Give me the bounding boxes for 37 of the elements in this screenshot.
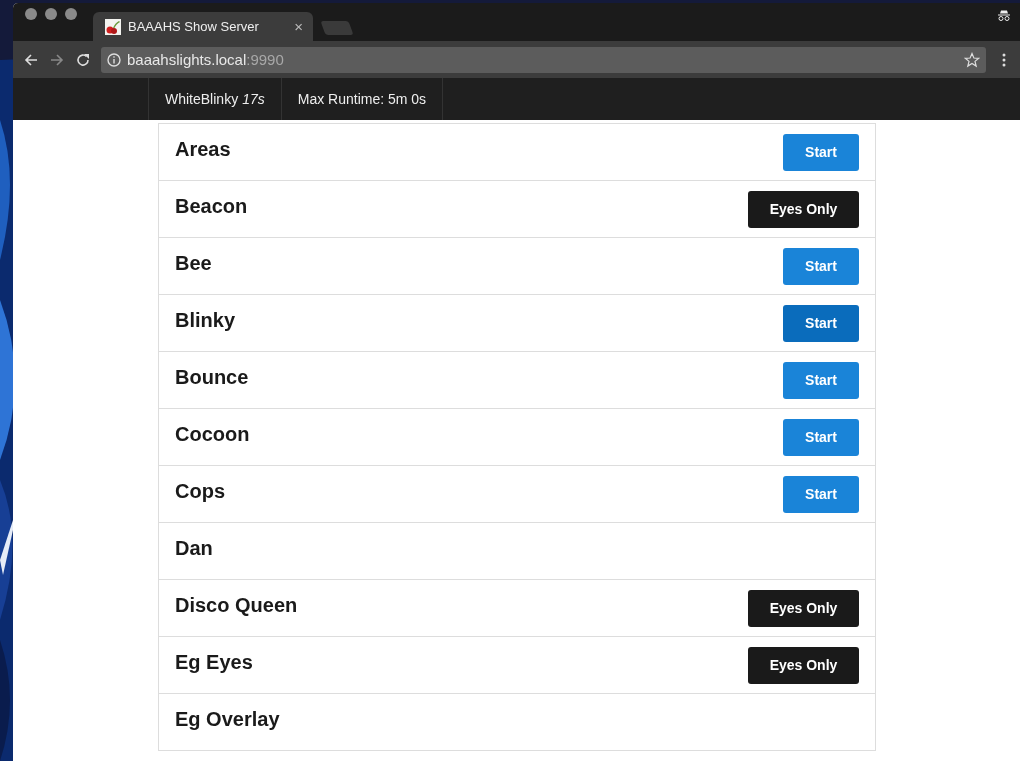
show-name: Eg Overlay [175, 707, 280, 731]
browser-tab[interactable]: BAAAHS Show Server × [93, 12, 313, 41]
eyes-only-button[interactable]: Eyes Only [748, 190, 859, 228]
show-name: Eg Eyes [175, 650, 253, 674]
show-name: Blinky [175, 308, 236, 332]
current-show: WhiteBlinky 17s [148, 78, 282, 120]
start-button[interactable]: Start [783, 247, 859, 285]
show-name: Beacon [175, 194, 248, 218]
tab-title: BAAAHS Show Server [128, 19, 260, 34]
show-name: Bee [175, 251, 212, 275]
start-button[interactable]: Start [783, 304, 859, 342]
start-button[interactable]: Start [783, 475, 859, 513]
show-name: Disco Queen [175, 593, 298, 617]
close-tab-button[interactable]: × [294, 19, 303, 34]
start-button[interactable]: Start [783, 133, 859, 171]
bookmark-star-icon[interactable] [964, 51, 980, 68]
cherry-icon [105, 18, 121, 35]
start-button[interactable]: Start [783, 418, 859, 456]
show-name: Cocoon [175, 422, 250, 446]
window-control-icon[interactable] [45, 8, 57, 20]
eyes-only-button[interactable]: Eyes Only [748, 646, 859, 684]
info-icon [107, 52, 121, 67]
incognito-icon [997, 8, 1011, 22]
show-name: Areas [175, 137, 231, 161]
show-name: Bounce [175, 365, 249, 389]
back-icon[interactable] [23, 51, 39, 68]
show-name: Cops [175, 479, 225, 503]
max-runtime: Max Runtime: 5m 0s [281, 78, 444, 120]
show-name: Dan [175, 536, 213, 560]
forward-icon[interactable] [49, 51, 65, 68]
window-control-icon[interactable] [25, 8, 37, 20]
eyes-only-button[interactable]: Eyes Only [748, 589, 859, 627]
window-control-icon[interactable] [65, 8, 77, 20]
start-button[interactable]: Start [783, 361, 859, 399]
address-bar[interactable]: baaahslights.local:9990 [101, 46, 986, 73]
reload-icon[interactable] [75, 51, 91, 68]
url-text: baaahslights.local:9990 [127, 51, 284, 68]
